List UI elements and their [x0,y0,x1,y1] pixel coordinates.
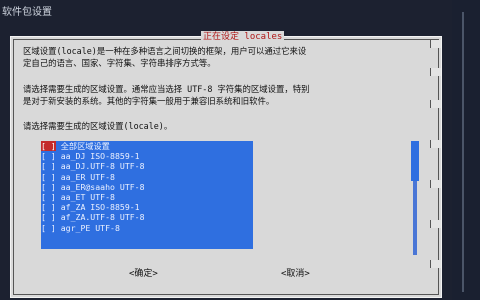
list-item[interactable]: [ ] agr_PE UTF-8 [41,223,253,233]
locale-label: af_ZA ISO-8859-1 [60,202,140,213]
list-item[interactable]: [ ] aa_ET UTF-8 [41,192,253,202]
locale-label: agr_PE UTF-8 [60,222,120,233]
list-item[interactable]: [ ] af_ZA.UTF-8 UTF-8 [41,212,253,222]
checkbox[interactable]: [ ] [41,212,56,222]
checkbox[interactable]: [ ] [41,151,56,161]
locale-list[interactable]: [ ] 全部区域设置 [ ] aa_DJ ISO-8859-1 [ ] aa_D… [41,141,253,249]
button-row: <确定> <取消> [11,267,441,281]
locales-dialog: 正在设定 locales 区域设置(locale)是一种在多种语言之间切换的框架… [10,31,442,298]
window-title: 软件包设置 [2,7,52,18]
select-prompt: 请选择需要生成的区域设置(locale)。 [23,121,173,131]
ok-button[interactable]: <确定> [129,267,158,281]
checkbox[interactable]: [ ] [41,182,56,192]
locale-label: aa_ER UTF-8 [60,171,115,182]
divider-line [462,12,464,292]
locale-label: aa_ER@saaho UTF-8 [60,181,145,192]
dialog-edge-marks [430,40,441,290]
checkbox[interactable]: [ ] [41,161,56,171]
list-item[interactable]: [ ] aa_ER@saaho UTF-8 [41,182,253,192]
locale-label: aa_ET UTF-8 [60,191,115,202]
edge-mark [430,180,441,188]
advice-text: 请选择需要生成的区域设置。通常应当选择 UTF-8 字符集的区域设置，特别 是对… [23,84,310,106]
locale-label: aa_DJ ISO-8859-1 [60,151,140,162]
checkbox[interactable]: [ ] [41,192,56,202]
edge-mark [430,100,441,108]
list-item[interactable]: [ ] aa_DJ ISO-8859-1 [41,151,253,161]
edge-mark [430,68,441,76]
locale-label: aa_DJ.UTF-8 UTF-8 [60,161,145,172]
list-item[interactable]: [ ] aa_DJ.UTF-8 UTF-8 [41,161,253,171]
edge-mark [430,140,441,148]
edge-mark [430,40,441,48]
checkbox[interactable]: [ ] [41,172,56,182]
scrollbar-thumb[interactable] [411,141,419,181]
list-item[interactable]: [ ] 全部区域设置 [41,141,253,151]
edge-mark [430,260,441,268]
cancel-button[interactable]: <取消> [281,267,310,281]
edge-mark [430,220,441,228]
list-item[interactable]: [ ] aa_ER UTF-8 [41,172,253,182]
list-item[interactable]: [ ] af_ZA ISO-8859-1 [41,202,253,212]
terminal-screen: 软件包设置 正在设定 locales 区域设置(locale)是一种在多种语言之… [0,0,480,300]
locale-label: af_ZA.UTF-8 UTF-8 [60,212,145,223]
background-panel [452,0,480,300]
intro-text: 区域设置(locale)是一种在多种语言之间切换的框架，用户可以通过它来设 定自… [23,46,307,68]
checkbox[interactable]: [ ] [41,202,56,212]
checkbox[interactable]: [ ] [41,223,56,233]
checkbox[interactable]: [ ] [41,141,56,151]
locale-label: 全部区域设置 [60,141,110,151]
dialog-title: 正在设定 locales [201,31,285,43]
list-scrollbar[interactable] [411,141,419,255]
